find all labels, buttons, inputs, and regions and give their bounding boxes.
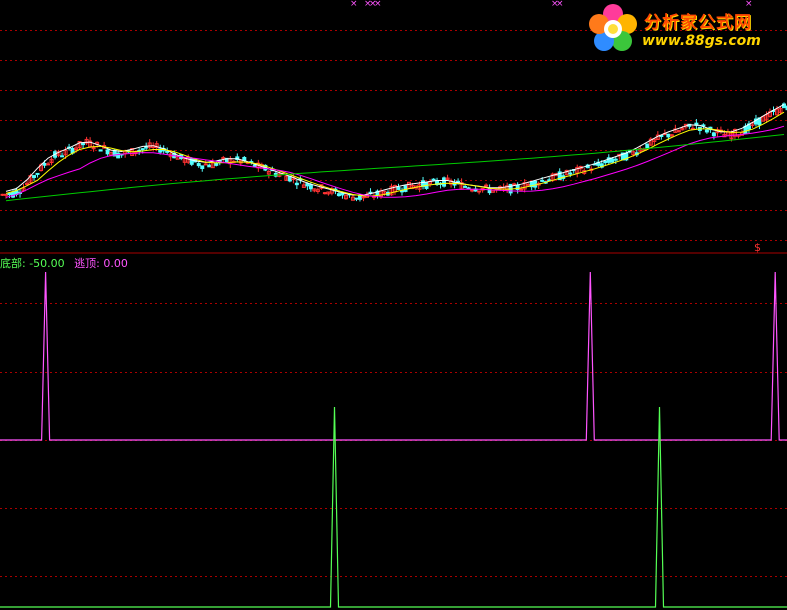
candle-body — [207, 164, 212, 168]
candle-body — [81, 142, 86, 146]
candle-body — [487, 187, 492, 194]
candle-body — [403, 185, 408, 192]
candle-body — [526, 183, 531, 186]
bottom-signal-line — [0, 406, 787, 608]
candle-body — [711, 132, 716, 137]
candle-body — [221, 157, 226, 160]
candle-body — [35, 172, 40, 175]
candle-body — [196, 163, 201, 167]
candle-body — [533, 180, 538, 188]
candle-body — [305, 183, 310, 187]
candle-body — [463, 185, 468, 188]
candle-body — [105, 149, 110, 155]
candle-body — [60, 155, 65, 158]
candle-body — [144, 146, 149, 149]
candle-body — [470, 189, 475, 192]
candle-body — [354, 197, 359, 200]
candle-body — [357, 195, 362, 200]
candle-body — [361, 196, 366, 199]
candle-body — [666, 133, 671, 138]
flower-logo-icon — [589, 4, 637, 51]
candle-body — [322, 192, 327, 195]
moving-average-line — [5, 103, 785, 196]
candle-body — [0, 193, 5, 196]
candle-body — [610, 158, 615, 163]
candle-body — [203, 163, 208, 166]
watermark-title: 分析家公式网 — [644, 13, 752, 33]
candle-body — [214, 162, 219, 166]
candle-body — [340, 192, 345, 196]
candle-body — [568, 172, 573, 175]
candle-body — [140, 148, 145, 151]
candle-body — [42, 163, 47, 166]
indicator-panel-signals — [0, 271, 787, 608]
signal-marker: × — [556, 0, 564, 9]
signal-marker: × — [374, 0, 382, 9]
dollar-marker: $ — [754, 241, 761, 254]
candle-body — [7, 192, 12, 196]
candle-body — [46, 163, 51, 166]
candle-body — [116, 152, 121, 159]
candle-body — [477, 190, 482, 193]
candle-body — [396, 186, 401, 190]
candle-body — [308, 184, 313, 190]
candle-body — [165, 150, 170, 153]
candle-body — [98, 149, 103, 152]
watermark-url: www.88gs.com — [642, 33, 761, 49]
candle-body — [200, 165, 205, 170]
candle-body — [32, 175, 37, 178]
signal-marker: × — [350, 0, 358, 9]
candle-body — [540, 179, 545, 182]
price-panel-candles — [0, 102, 787, 202]
top-signal-line — [0, 271, 787, 441]
candle-body — [431, 178, 436, 181]
candle-body — [613, 158, 618, 161]
stock-chart: × ××× ×× × $ — [0, 0, 787, 608]
candle-body — [484, 184, 489, 187]
candle-body — [4, 193, 8, 196]
candle-body — [442, 177, 447, 187]
candle-body — [645, 143, 650, 149]
bottom-value-label: 底部: -50.00 — [0, 257, 65, 270]
candle-body — [603, 160, 608, 164]
top-value-label: 逃顶: 0.00 — [74, 257, 128, 270]
candle-body — [11, 191, 16, 198]
candle-body — [512, 183, 517, 186]
candle-body — [294, 182, 299, 186]
indicator-legend: 底部: -50.00 逃顶: 0.00 — [0, 255, 134, 271]
candle-body — [336, 193, 341, 197]
candle-body — [704, 129, 709, 133]
site-watermark: 分析家公式网 www.88gs.com — [586, 2, 786, 56]
